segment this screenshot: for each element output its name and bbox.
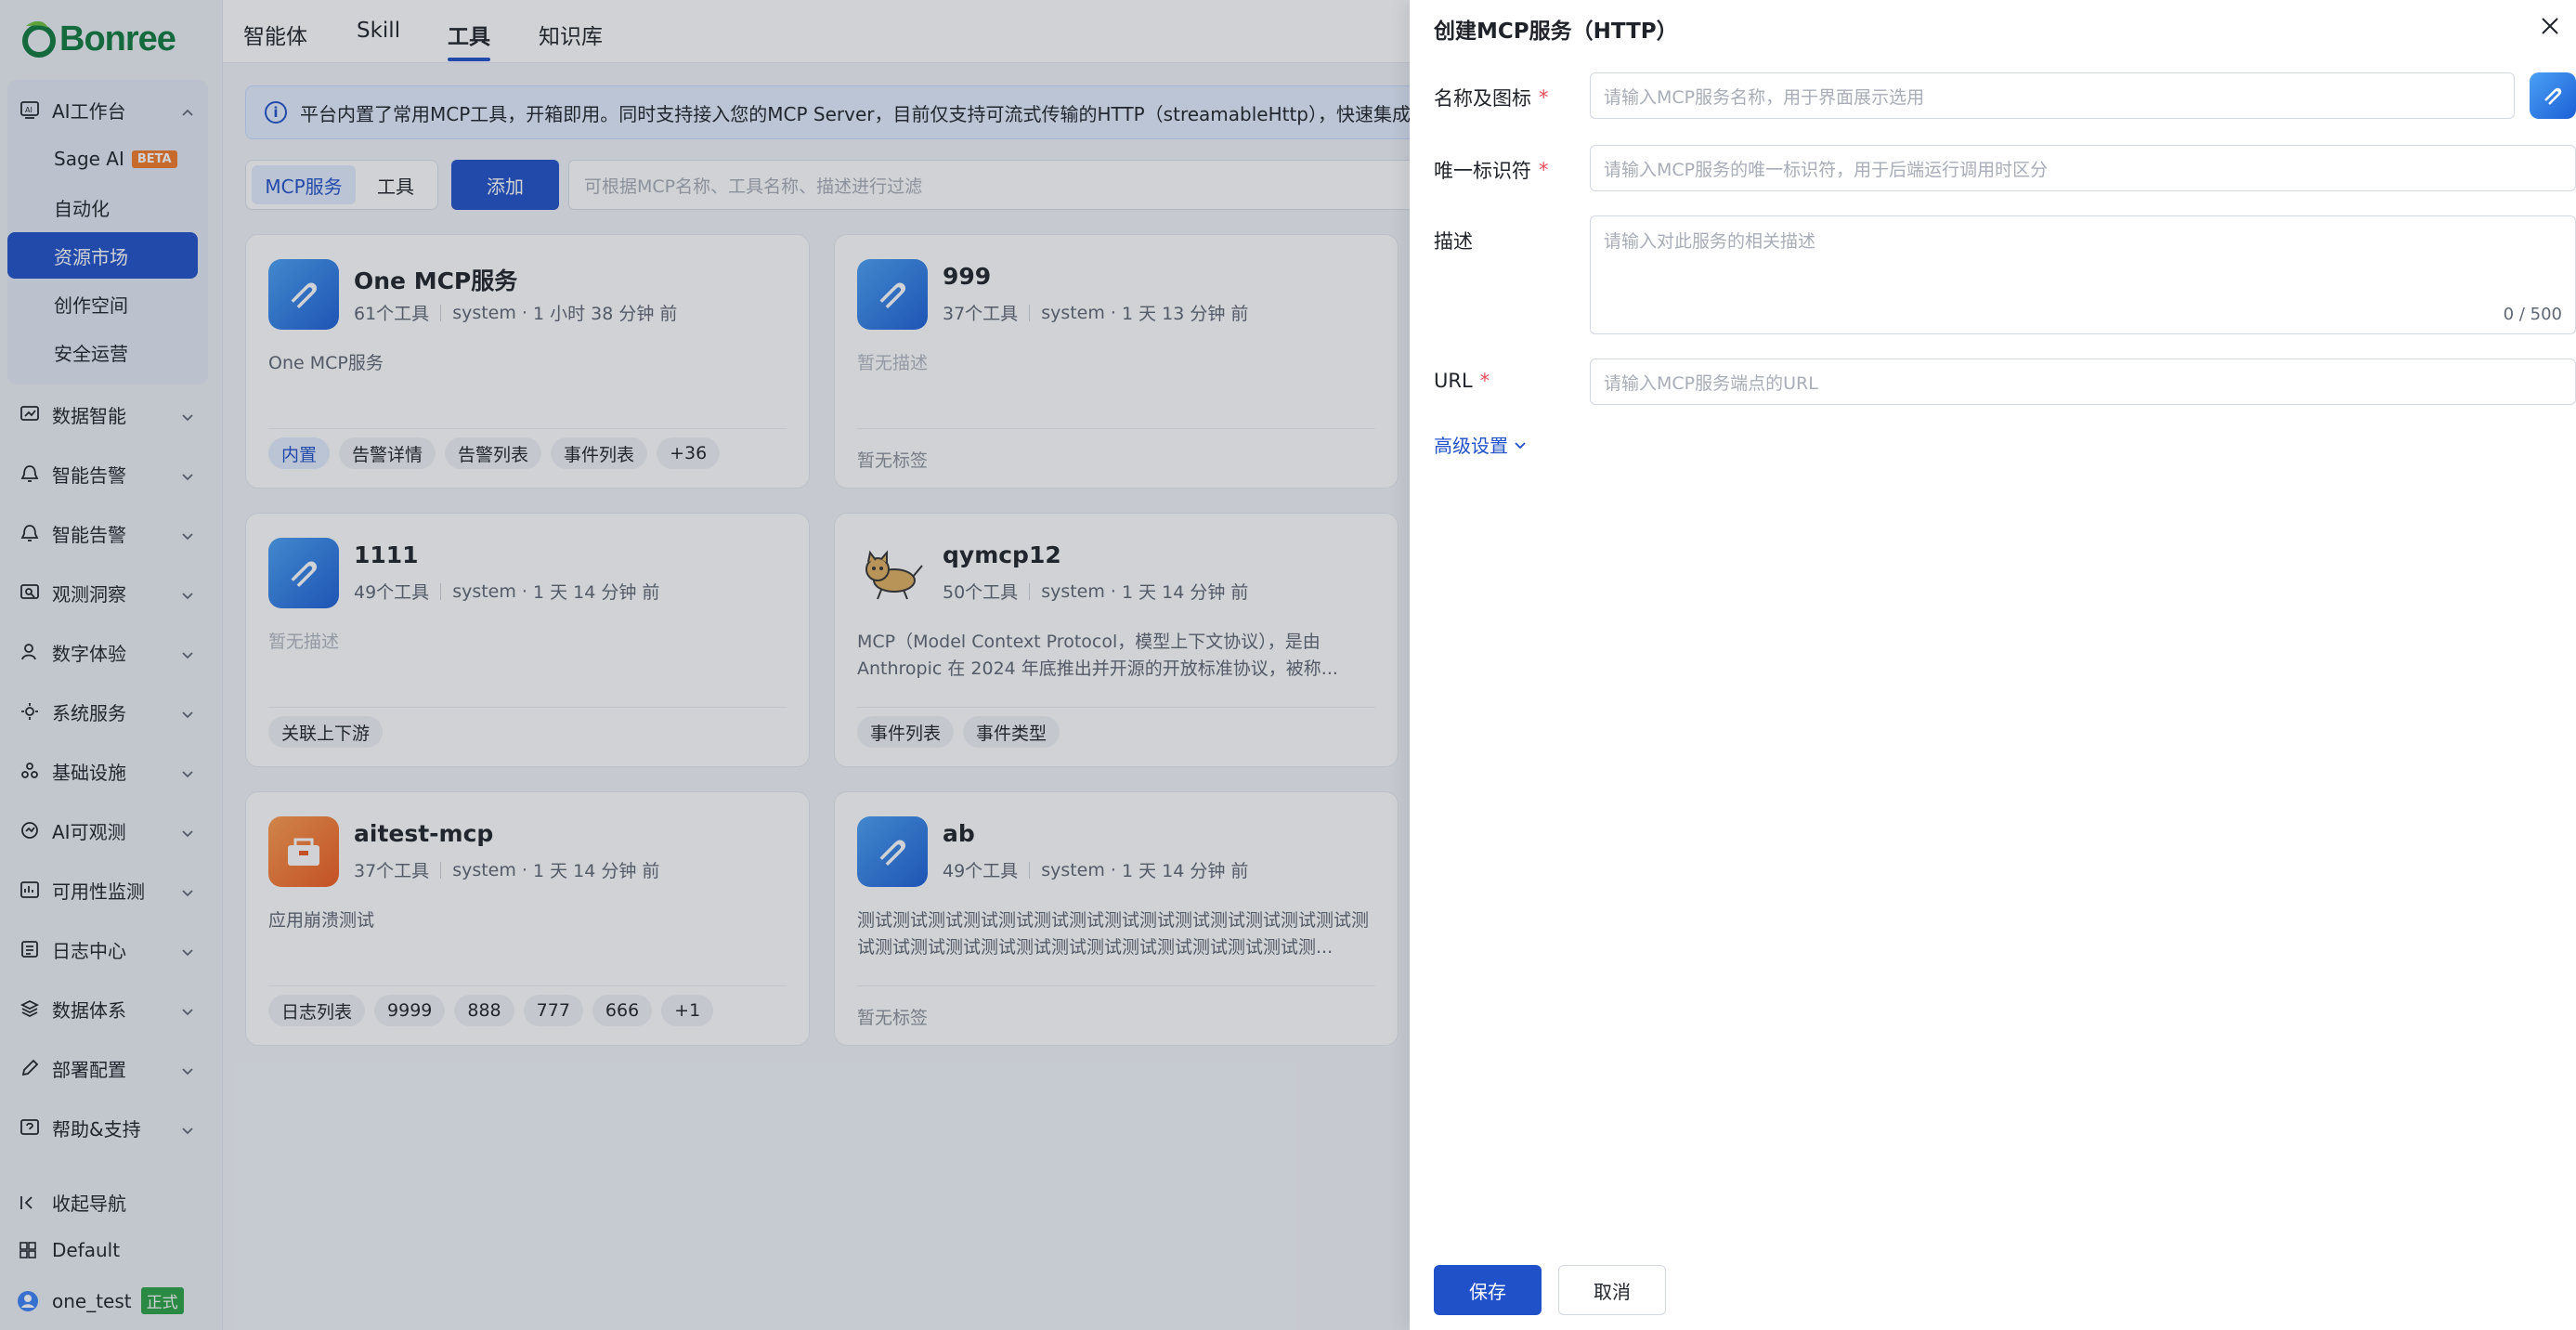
save-button[interactable]: 保存 <box>1434 1265 1542 1315</box>
advanced-settings-label: 高级设置 <box>1434 435 1508 457</box>
modal-mask[interactable] <box>0 0 1410 1330</box>
id-label: 唯一标识符 * <box>1434 156 1549 184</box>
name-label: 名称及图标 * <box>1434 84 1549 111</box>
mcp-icon <box>2544 87 2562 105</box>
advanced-settings-toggle[interactable]: 高级设置 <box>1434 431 1529 458</box>
description-label: 描述 <box>1434 227 1473 254</box>
required-mark: * <box>1539 159 1549 181</box>
description-label-text: 描述 <box>1434 230 1473 253</box>
required-mark: * <box>1479 370 1490 392</box>
chevron-down-icon <box>1515 441 1526 449</box>
required-mark: * <box>1539 86 1549 109</box>
name-label-text: 名称及图标 <box>1434 87 1531 110</box>
drawer-title: 创建MCP服务（HTTP） <box>1434 20 1678 44</box>
close-icon[interactable] <box>2537 13 2563 39</box>
cancel-button[interactable]: 取消 <box>1558 1265 1666 1315</box>
icon-picker-button[interactable] <box>2530 72 2576 119</box>
create-mcp-drawer: 创建MCP服务（HTTP） 名称及图标 * 请输入MCP服务名称，用于界面展示选用… <box>1410 0 2576 1330</box>
url-input[interactable]: 请输入MCP服务端点的URL <box>1590 359 2576 405</box>
char-counter: 0 / 500 <box>2503 305 2562 324</box>
description-textarea[interactable]: 请输入对此服务的相关描述 0 / 500 <box>1590 215 2576 334</box>
url-label-text: URL <box>1434 370 1473 392</box>
description-placeholder: 请输入对此服务的相关描述 <box>1604 231 1816 252</box>
name-input[interactable]: 请输入MCP服务名称，用于界面展示选用 <box>1590 72 2515 119</box>
identifier-input[interactable]: 请输入MCP服务的唯一标识符，用于后端运行调用时区分 <box>1590 145 2576 191</box>
url-label: URL * <box>1434 370 1490 392</box>
id-label-text: 唯一标识符 <box>1434 160 1531 182</box>
